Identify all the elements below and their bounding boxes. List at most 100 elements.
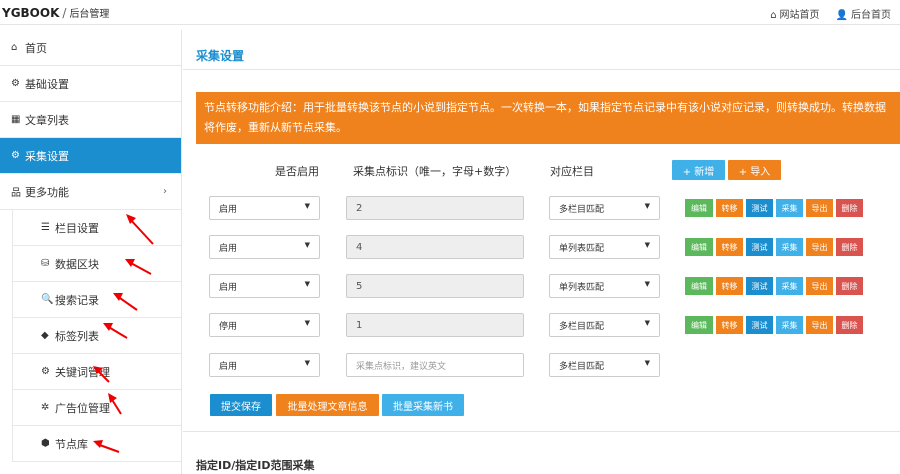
move-button[interactable]: 转移 [716,316,743,334]
search-icon: 🔍 [41,294,54,305]
gears-icon: ⚙ [11,150,20,161]
node-id-input[interactable]: 2 [346,196,524,220]
admin-home-link[interactable]: 👤 后台首页 [836,6,891,21]
category-select[interactable]: 单列表匹配 ▼ [549,235,660,259]
sidebar-item-home[interactable]: ⌂ 首页 [0,30,181,66]
collect-button[interactable]: 采集 [776,238,803,256]
import-button[interactable]: + 导入 [728,160,781,180]
caret-down-icon: ▼ [304,280,310,288]
site-home-link[interactable]: ⌂ 网站首页 [770,6,819,21]
section-title: 指定ID/指定ID范围采集 [196,459,315,472]
caret-down-icon: ▼ [304,359,310,367]
category-select[interactable]: 多栏目匹配 ▼ [549,196,660,220]
brand-name: YGBOOK [2,6,60,20]
enabled-select[interactable]: 启用 ▼ [209,196,320,220]
sidebar-subitem-data-blocks[interactable]: ⛁ 数据区块 [12,246,181,282]
test-button[interactable]: 测试 [746,316,773,334]
move-button[interactable]: 转移 [716,238,743,256]
export-button[interactable]: 导出 [806,199,833,217]
database-icon: ⛁ [41,258,50,269]
move-button[interactable]: 转移 [716,199,743,217]
test-button[interactable]: 测试 [746,238,773,256]
enabled-select[interactable]: 停用 ▼ [209,313,320,337]
brand[interactable]: YGBOOK / 后台管理 [2,5,109,20]
delete-button[interactable]: 删除 [836,199,863,217]
ad-icon: ✲ [41,402,50,413]
gear-icon: ⚙ [11,78,20,89]
tag-icon: ◆ [41,330,49,341]
sidebar-subitem-category-settings[interactable]: ☰ 栏目设置 [12,210,181,246]
caret-down-icon: ▼ [304,241,310,249]
sidebar-item-article-list[interactable]: ▦ 文章列表 [0,102,181,138]
add-button[interactable]: + 新增 [672,160,725,180]
caret-down-icon: ▼ [304,319,310,327]
test-button[interactable]: 测试 [746,277,773,295]
sidebar-subitem-tag-list[interactable]: ◆ 标签列表 [12,318,181,354]
collect-button[interactable]: 采集 [776,277,803,295]
edit-button[interactable]: 编辑 [685,238,713,256]
category-select[interactable]: 多栏目匹配 ▼ [549,353,660,377]
list-icon: ☰ [41,222,50,233]
enabled-select[interactable]: 启用 ▼ [209,353,320,377]
node-id-input[interactable]: 1 [346,313,524,337]
delete-button[interactable]: 删除 [836,277,863,295]
annotation-arrow [113,293,138,311]
annotation-arrow [125,259,152,275]
move-button[interactable]: 转移 [716,277,743,295]
brand-separator: / [62,6,67,20]
notice-banner: 节点转移功能介绍：用于批量转换该节点的小说到指定节点。一次转换一本，如果指定节点… [196,92,900,144]
divider [183,431,900,432]
collect-button[interactable]: 采集 [776,316,803,334]
edit-button[interactable]: 编辑 [685,199,713,217]
annotation-arrow [93,440,120,453]
export-button[interactable]: 导出 [806,277,833,295]
node-id-input[interactable]: 5 [346,274,524,298]
caret-down-icon: ▼ [644,319,650,327]
caret-down-icon: ▼ [644,359,650,367]
annotation-arrow [93,366,110,383]
chevron-right-icon: › [163,186,167,197]
sidebar-subitem-search-records[interactable]: 🔍 搜索记录 [12,282,181,318]
sidebar-item-more-features[interactable]: 品更多功能 › [0,174,181,210]
export-button[interactable]: 导出 [806,316,833,334]
page-title: 采集设置 [196,49,245,63]
sitemap-icon: 品 [11,188,21,199]
divider [183,69,900,70]
edit-button[interactable]: 编辑 [685,277,713,295]
caret-down-icon: ▼ [644,241,650,249]
sidebar-item-basic-settings[interactable]: ⚙ 基础设置 [0,66,181,102]
delete-button[interactable]: 删除 [836,316,863,334]
sidebar-subitem-keyword-management[interactable]: ⚙ 关键词管理 [12,354,181,390]
category-select[interactable]: 多栏目匹配 ▼ [549,313,660,337]
edit-button[interactable]: 编辑 [685,316,713,334]
annotation-arrow [108,393,122,415]
batch-collect-button[interactable]: 批量采集新书 [382,394,464,416]
sidebar-subitem-node-library[interactable]: ⬢ 节点库 [12,426,181,462]
submit-save-button[interactable]: 提交保存 [210,394,272,416]
cube-icon: ⬢ [41,438,50,449]
sidebar-subitem-ad-management[interactable]: ✲ 广告位管理 [12,390,181,426]
annotation-arrow [103,323,128,339]
caret-down-icon: ▼ [644,202,650,210]
node-id-input[interactable]: 采集点标识，建议英文 [346,353,524,377]
sidebar-item-collect-settings[interactable]: ⚙ 采集设置 [0,138,181,174]
category-select[interactable]: 单列表匹配 ▼ [549,274,660,298]
collect-button[interactable]: 采集 [776,199,803,217]
node-id-input[interactable]: 4 [346,235,524,259]
column-header-category: 对应栏目 [550,165,594,178]
top-bar: YGBOOK / 后台管理 ⌂ 网站首页 👤 后台首页 [0,0,900,25]
batch-process-button[interactable]: 批量处理文章信息 [276,394,379,416]
export-button[interactable]: 导出 [806,238,833,256]
enabled-select[interactable]: 启用 ▼ [209,274,320,298]
delete-button[interactable]: 删除 [836,238,863,256]
annotation-arrow [126,214,154,245]
home-icon: ⌂ [11,42,18,53]
column-header-enabled: 是否启用 [275,165,319,178]
user-icon: 👤 [835,10,848,21]
column-header-node-id: 采集点标识（唯一，字母+数字） [353,165,517,178]
main-content: 采集设置 节点转移功能介绍：用于批量转换该节点的小说到指定节点。一次转换一本，如… [183,25,900,474]
test-button[interactable]: 测试 [746,199,773,217]
brand-subtitle: 后台管理 [69,9,110,20]
caret-down-icon: ▼ [644,280,650,288]
enabled-select[interactable]: 启用 ▼ [209,235,320,259]
